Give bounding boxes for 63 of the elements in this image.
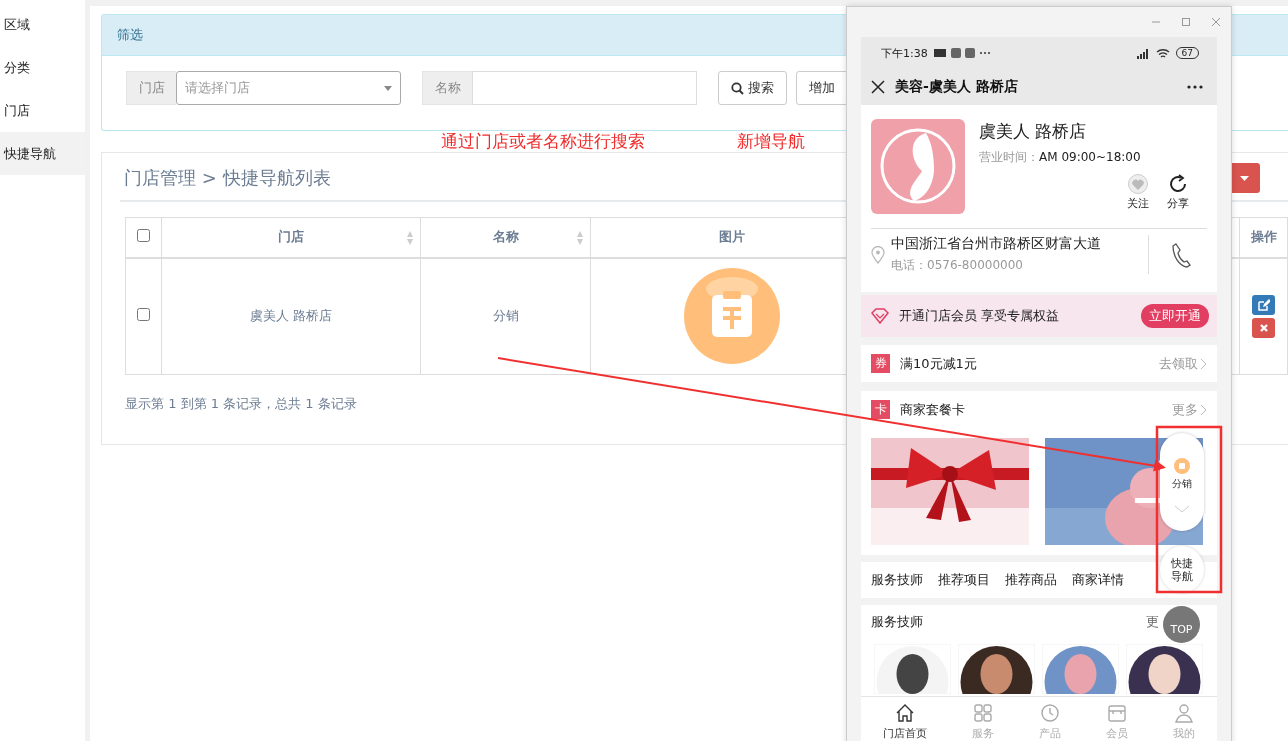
column-header[interactable]: 门店	[277, 229, 304, 245]
store-phone: 电话：0576-80000000	[891, 257, 1024, 274]
tab[interactable]: 推荐商品	[1005, 571, 1057, 589]
sidebar-item[interactable]: 分类	[0, 46, 85, 89]
grid-icon	[972, 701, 995, 724]
store-address: 中国浙江省台州市路桥区财富大道	[891, 235, 1102, 253]
more-link[interactable]: 更	[1146, 613, 1159, 631]
tab[interactable]: 推荐项目	[938, 571, 990, 589]
wifi-icon	[1155, 47, 1170, 59]
phone-icon[interactable]	[1171, 241, 1191, 268]
row-checkbox[interactable]	[136, 308, 150, 322]
chevron-right-icon	[1200, 357, 1207, 370]
clock-icon	[1039, 701, 1061, 724]
select-all-checkbox[interactable]	[136, 229, 150, 243]
add-button[interactable]: 增加	[796, 71, 848, 105]
search-icon	[731, 81, 744, 95]
share-icon	[1167, 174, 1189, 194]
close-icon[interactable]	[871, 80, 885, 94]
coupon-text: 满10元减1元	[900, 354, 978, 373]
sidebar-item[interactable]: 快捷导航	[0, 132, 85, 175]
store-name: 虞美人 路桥店	[979, 120, 1088, 143]
sidebar-item[interactable]: 区域	[0, 3, 85, 46]
annotation-text: 通过门店或者名称进行搜索	[441, 130, 645, 153]
delete-button[interactable]	[1252, 317, 1275, 338]
table-cell: 虞美人 路桥店	[249, 308, 332, 324]
annotation-text: 新增导航	[737, 130, 805, 153]
business-hours: 营业时间：AM 09:00~18:00	[979, 149, 1142, 166]
page-title: 美容-虞美人 路桥店	[895, 78, 1019, 96]
nav-item[interactable]: 门店首页	[883, 701, 928, 741]
caret-icon	[384, 85, 392, 91]
field-label: 名称	[422, 71, 472, 105]
join-button[interactable]: 立即开通	[1141, 304, 1209, 328]
clipboard-icon	[683, 267, 782, 366]
search-button[interactable]: 搜索	[718, 71, 787, 105]
user-icon	[1172, 701, 1195, 724]
coupon-badge: 券	[871, 354, 890, 373]
membership-promo: 开通门店会员 享受专属权益	[899, 307, 1061, 325]
edit-button[interactable]	[1252, 294, 1275, 315]
signal-icon	[1135, 47, 1150, 59]
location-icon	[871, 245, 885, 264]
caret-icon	[1239, 175, 1249, 181]
section-title: 服务技师	[871, 613, 923, 631]
section-title: 商家套餐卡	[900, 400, 966, 419]
chevron-right-icon	[1200, 403, 1207, 416]
name-field[interactable]	[472, 71, 697, 105]
sidebar-item[interactable]: 门店	[0, 89, 85, 132]
field-label: 门店	[126, 71, 176, 105]
edit-icon	[1257, 298, 1270, 311]
table-cell: 分销	[492, 308, 519, 324]
close-icon	[1258, 322, 1269, 333]
more-icon[interactable]	[1187, 85, 1203, 89]
clipboard-icon	[1174, 458, 1190, 474]
diamond-icon	[871, 308, 889, 324]
tab[interactable]: 商家详情	[1072, 571, 1124, 589]
tab[interactable]: 服务技师	[871, 571, 923, 589]
pagination-info: 显示第 1 到第 1 条记录，总共 1 条记录	[125, 395, 357, 413]
nav-shortcut[interactable]: 分销	[1172, 458, 1192, 491]
notification-icons	[933, 47, 990, 59]
card-badge: 卡	[871, 400, 890, 419]
maximize-icon[interactable]	[1181, 17, 1191, 27]
column-header[interactable]: 名称	[492, 229, 519, 245]
column-header: 操作	[1250, 229, 1277, 245]
column-header: 图片	[719, 229, 746, 245]
